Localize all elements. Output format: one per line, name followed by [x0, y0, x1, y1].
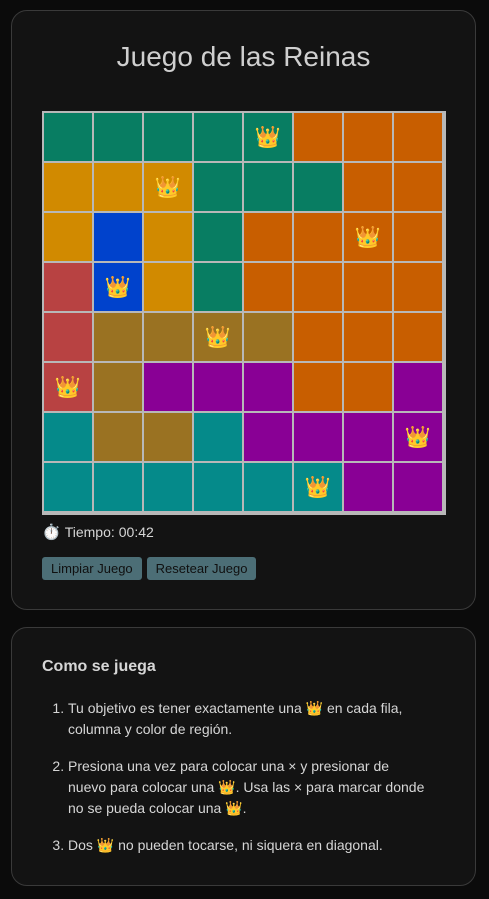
crown-icon: 👑	[354, 225, 382, 249]
board-cell-r3-c5[interactable]	[294, 263, 342, 311]
board-cell-r5-c4[interactable]	[244, 363, 292, 411]
board-cell-r6-c7[interactable]: 👑	[394, 413, 442, 461]
clear-game-button[interactable]: Limpiar Juego	[42, 557, 142, 580]
board-cell-r7-c6[interactable]	[344, 463, 392, 511]
board-cell-r1-c2[interactable]: 👑	[144, 163, 192, 211]
board-cell-r1-c0[interactable]	[44, 163, 92, 211]
board-cell-r1-c1[interactable]	[94, 163, 142, 211]
board-cell-r7-c3[interactable]	[194, 463, 242, 511]
board-cell-r4-c6[interactable]	[344, 313, 392, 361]
crown-icon: 👑	[104, 275, 132, 299]
board-cell-r0-c7[interactable]	[394, 113, 442, 161]
game-card: Juego de las Reinas 👑 👑 👑 👑 👑 👑 👑 👑 ⏱️ Tiempo: …	[11, 10, 476, 610]
board-cell-r2-c0[interactable]	[44, 213, 92, 261]
board-cell-r7-c1[interactable]	[94, 463, 142, 511]
board-cell-r6-c3[interactable]	[194, 413, 242, 461]
board-cell-r0-c3[interactable]	[194, 113, 242, 161]
board-cell-r6-c1[interactable]	[94, 413, 142, 461]
board-cell-r3-c7[interactable]	[394, 263, 442, 311]
board-cell-r5-c0[interactable]: 👑	[44, 363, 92, 411]
board-cell-r4-c7[interactable]	[394, 313, 442, 361]
board-cell-r3-c1[interactable]: 👑	[94, 263, 142, 311]
board-cell-r7-c5[interactable]: 👑	[294, 463, 342, 511]
board-cell-r5-c6[interactable]	[344, 363, 392, 411]
board-cell-r6-c2[interactable]	[144, 413, 192, 461]
board-cell-r1-c4[interactable]	[244, 163, 292, 211]
board-cell-r6-c0[interactable]	[44, 413, 92, 461]
rules-title: Como se juega	[42, 658, 156, 675]
board-cell-r7-c0[interactable]	[44, 463, 92, 511]
rule-item: Dos 👑 no pueden tocarse, ni siquera en d…	[68, 835, 428, 856]
crown-icon: 👑	[154, 175, 182, 199]
board-cell-r3-c6[interactable]	[344, 263, 392, 311]
board-cell-r2-c7[interactable]	[394, 213, 442, 261]
board-cell-r7-c7[interactable]	[394, 463, 442, 511]
board-cell-r0-c5[interactable]	[294, 113, 342, 161]
timer-value: 00:42	[118, 524, 154, 540]
timer-label: Tiempo:	[64, 524, 115, 540]
board-cell-r5-c7[interactable]	[394, 363, 442, 411]
board-cell-r7-c4[interactable]	[244, 463, 292, 511]
board-cell-r0-c4[interactable]: 👑	[244, 113, 292, 161]
board-cell-r4-c0[interactable]	[44, 313, 92, 361]
crown-icon: 👑	[304, 475, 332, 499]
crown-icon: 👑	[54, 375, 82, 399]
board-cell-r1-c5[interactable]	[294, 163, 342, 211]
crown-icon: 👑	[404, 425, 432, 449]
reset-game-button[interactable]: Resetear Juego	[146, 557, 257, 580]
board-cell-r2-c6[interactable]: 👑	[344, 213, 392, 261]
board-cell-r0-c1[interactable]	[94, 113, 142, 161]
crown-icon: 👑	[204, 325, 232, 349]
crown-icon: 👑	[254, 125, 282, 149]
board-cell-r6-c5[interactable]	[294, 413, 342, 461]
board-cell-r4-c4[interactable]	[244, 313, 292, 361]
queens-board: 👑 👑 👑 👑 👑 👑 👑 👑	[42, 111, 446, 515]
stopwatch-icon: ⏱️	[42, 524, 61, 541]
board-cell-r0-c2[interactable]	[144, 113, 192, 161]
board-cell-r4-c1[interactable]	[94, 313, 142, 361]
board-cell-r5-c3[interactable]	[194, 363, 242, 411]
board-cell-r0-c6[interactable]	[344, 113, 392, 161]
board-cell-r2-c4[interactable]	[244, 213, 292, 261]
board-cell-r1-c6[interactable]	[344, 163, 392, 211]
board-cell-r7-c2[interactable]	[144, 463, 192, 511]
board-cell-r2-c2[interactable]	[144, 213, 192, 261]
board-cell-r5-c5[interactable]	[294, 363, 342, 411]
board-cell-r3-c3[interactable]	[194, 263, 242, 311]
board-cell-r2-c5[interactable]	[294, 213, 342, 261]
board-cell-r5-c1[interactable]	[94, 363, 142, 411]
rules-card: Como se juega Tu objetivo es tener exact…	[11, 627, 476, 886]
rules-list: Tu objetivo es tener exactamente una 👑 e…	[42, 698, 428, 872]
timer: ⏱️ Tiempo: 00:42	[42, 523, 154, 541]
board-cell-r3-c2[interactable]	[144, 263, 192, 311]
board-cell-r2-c3[interactable]	[194, 213, 242, 261]
board-cell-r4-c5[interactable]	[294, 313, 342, 361]
board-cell-r6-c6[interactable]	[344, 413, 392, 461]
board-cell-r6-c4[interactable]	[244, 413, 292, 461]
rule-item: Tu objetivo es tener exactamente una 👑 e…	[68, 698, 428, 740]
board-cell-r0-c0[interactable]	[44, 113, 92, 161]
rule-item: Presiona una vez para colocar una × y pr…	[68, 756, 428, 819]
board-cell-r1-c7[interactable]	[394, 163, 442, 211]
board-cell-r3-c4[interactable]	[244, 263, 292, 311]
board-cell-r1-c3[interactable]	[194, 163, 242, 211]
board-cell-r5-c2[interactable]	[144, 363, 192, 411]
board-cell-r4-c2[interactable]	[144, 313, 192, 361]
board-cell-r3-c0[interactable]	[44, 263, 92, 311]
board-cell-r4-c3[interactable]: 👑	[194, 313, 242, 361]
page-title: Juego de las Reinas	[116, 41, 371, 72]
board-cell-r2-c1[interactable]	[94, 213, 142, 261]
game-controls: Limpiar Juego Resetear Juego	[42, 557, 257, 580]
